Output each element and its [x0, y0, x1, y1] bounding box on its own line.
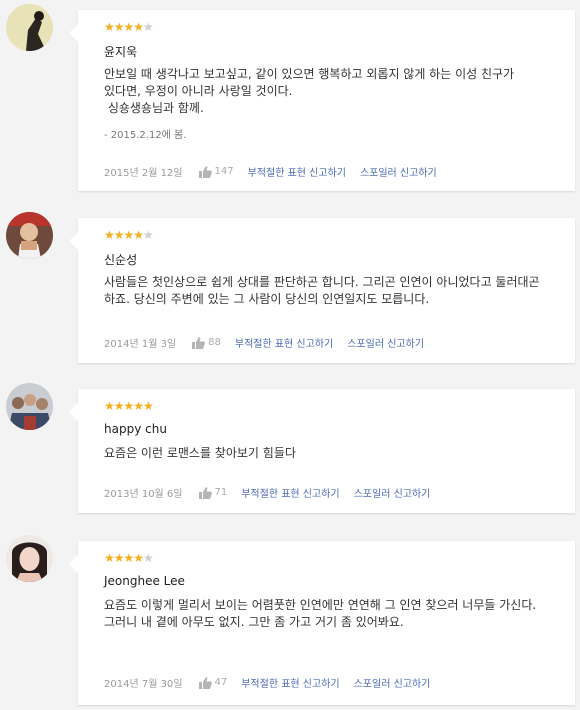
report-abuse-link[interactable]: 부적절한 표현 신고하기 — [248, 164, 346, 179]
avatar[interactable] — [6, 535, 53, 582]
rating-stars: ★★★★★ — [104, 399, 154, 413]
review-meta: 2014년 1월 3일 88 부적절한 표현 신고하기 스포일러 신고하기 — [104, 335, 438, 350]
report-spoiler-link[interactable]: 스포일러 신고하기 — [354, 485, 431, 500]
review-meta: 2014년 7월 30일 47 부적절한 표현 신고하기 스포일러 신고하기 — [104, 675, 444, 690]
review-line: 있다면, 우정이 아니라 사랑일 것이다. — [104, 84, 293, 98]
review-line: 사람들은 첫인상으로 쉽게 상대를 판단하곤 합니다. 그리곤 인연이 아니었다… — [104, 275, 540, 306]
avatar[interactable] — [6, 212, 53, 259]
review-author[interactable]: happy chu — [104, 422, 167, 436]
report-abuse-link[interactable]: 부적절한 표현 신고하기 — [241, 675, 339, 690]
review-meta: 2013년 10월 6일 71 부적절한 표현 신고하기 스포일러 신고하기 — [104, 485, 444, 500]
report-spoiler-link[interactable]: 스포일러 신고하기 — [347, 335, 424, 350]
review-card: ★★★★★ Jeonghee Lee 요즘도 이렇게 멀리서 보이는 어렴풋한 … — [69, 541, 575, 705]
review-note: - 2015.2.12에 봄. — [104, 130, 187, 141]
rating-stars: ★★★★★ — [104, 228, 154, 242]
thumbs-up-icon[interactable] — [198, 676, 212, 689]
review-line: 요즘도 이렇게 멀리서 보이는 어렴풋한 인연에만 연연해 그 인연 찾으러 너… — [104, 598, 537, 612]
review-card: ★★★★★ happy chu 요즘은 이런 로맨스를 찾아보기 힘들다 201… — [69, 389, 575, 513]
review-text: 안보일 때 생각나고 보고싶고, 같이 있으면 행복하고 외롭지 않게 하는 이… — [104, 66, 554, 144]
like-count: 71 — [214, 487, 228, 498]
review-line: 그러니 내 곁에 아무도 없지. 그만 좀 가고 거기 좀 있어봐요. — [104, 615, 404, 629]
like-count: 147 — [214, 166, 234, 177]
like-count: 88 — [208, 337, 221, 348]
review-date: 2014년 7월 30일 — [104, 679, 183, 690]
report-spoiler-link[interactable]: 스포일러 신고하기 — [360, 164, 437, 179]
review-text: 요즘도 이렇게 멀리서 보이는 어렴풋한 인연에만 연연해 그 인연 찾으러 너… — [104, 597, 554, 631]
report-abuse-link[interactable]: 부적절한 표현 신고하기 — [235, 335, 333, 350]
avatar[interactable] — [6, 383, 53, 430]
thumbs-up-icon[interactable] — [192, 336, 206, 349]
like-count: 47 — [214, 677, 228, 688]
thumbs-up-icon[interactable] — [198, 486, 212, 499]
rating-stars: ★★★★★ — [104, 551, 154, 565]
report-abuse-link[interactable]: 부적절한 표현 신고하기 — [241, 485, 339, 500]
review-meta: 2015년 2월 12일 147 부적절한 표현 신고하기 스포일러 신고하기 — [104, 164, 451, 179]
review-date: 2015년 2월 12일 — [104, 168, 183, 179]
review-card: ★★★★★ 윤지욱 안보일 때 생각나고 보고싶고, 같이 있으면 행복하고 외… — [69, 10, 575, 191]
review-line: 요즘은 이런 로맨스를 찾아보기 힘들다 — [104, 446, 296, 460]
review-line: 안보일 때 생각나고 보고싶고, 같이 있으면 행복하고 외롭지 않게 하는 이… — [104, 67, 515, 81]
review-text: 요즘은 이런 로맨스를 찾아보기 힘들다 — [104, 445, 554, 462]
review-date: 2014년 1월 3일 — [104, 339, 177, 350]
review-author[interactable]: 신순성 — [104, 251, 137, 268]
thumbs-up-icon[interactable] — [198, 165, 212, 178]
review-text: 사람들은 첫인상으로 쉽게 상대를 판단하곤 합니다. 그리곤 인연이 아니었다… — [104, 274, 554, 308]
review-author[interactable]: Jeonghee Lee — [104, 574, 185, 588]
rating-stars: ★★★★★ — [104, 20, 154, 34]
review-date: 2013년 10월 6일 — [104, 489, 183, 500]
review-line: 싱숑생숑님과 함께. — [104, 101, 204, 115]
review-author[interactable]: 윤지욱 — [104, 43, 137, 60]
avatar[interactable] — [6, 4, 53, 51]
review-card: ★★★★★ 신순성 사람들은 첫인상으로 쉽게 상대를 판단하곤 합니다. 그리… — [69, 218, 575, 363]
report-spoiler-link[interactable]: 스포일러 신고하기 — [354, 675, 431, 690]
